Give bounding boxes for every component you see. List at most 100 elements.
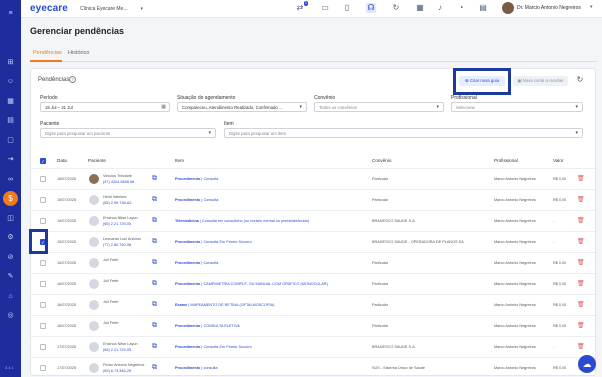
row-item[interactable]: Procedimento | Consulta Em Pronto Socorr… xyxy=(175,240,252,244)
row-checkbox[interactable] xyxy=(40,281,46,287)
patient-name[interactable]: Encinca Nitse Layun xyxy=(103,216,138,220)
users-sync-icon[interactable]: ⇄ 1 xyxy=(295,1,308,13)
help-icon[interactable]: ◔ xyxy=(456,3,466,13)
external-link-icon[interactable]: ⧉ xyxy=(152,364,157,372)
table-row[interactable]: 15/07/2025 Heidi Interiore (65) 2.99.738-A… xyxy=(31,189,595,210)
select-all-checkbox[interactable]: ✓ xyxy=(40,158,46,164)
settings-icon[interactable]: ⚙ xyxy=(5,232,16,243)
patient-phone[interactable]: (77) 2.80.750-98 xyxy=(103,243,131,247)
periodo-field[interactable]: 15 Jul – 31 Jul ▦ xyxy=(40,102,170,112)
new-receivable-button[interactable]: ▣ Nova conta a receber xyxy=(513,76,568,86)
external-link-icon[interactable]: ⧉ xyxy=(152,343,157,351)
situacao-select[interactable]: Compareceu, Atendimento Realizado, Confi… xyxy=(177,102,307,112)
external-link-icon[interactable]: ⧉ xyxy=(152,280,157,288)
patient-name[interactable]: Encinca Nitse Layun xyxy=(103,342,138,346)
patient-phone[interactable]: (65) 2.21.729-05 xyxy=(103,222,131,226)
users-icon[interactable]: ☺ xyxy=(5,76,16,87)
external-link-icon[interactable]: ⧉ xyxy=(152,259,157,267)
login-icon[interactable]: ⇥ xyxy=(5,154,16,165)
header-convenio[interactable]: Convênio xyxy=(372,158,391,163)
row-item[interactable]: Procedimento | Consulta xyxy=(175,177,218,181)
external-link-icon[interactable]: ⧉ xyxy=(152,322,157,330)
table-row[interactable]: 17/07/2025 Pedro Antonio Negreiros (69) 8.… xyxy=(31,357,595,377)
tag-icon[interactable]: ⊘ xyxy=(5,252,16,263)
trash-icon[interactable]: 🗑 xyxy=(577,238,585,245)
patient-name[interactable]: Vinicius Trindade xyxy=(103,174,132,178)
bell-icon[interactable]: ♪ xyxy=(435,3,445,13)
external-link-icon[interactable]: ⧉ xyxy=(152,301,157,309)
row-checkbox[interactable] xyxy=(40,260,46,266)
table-row[interactable]: 15/07/2025 Juli Fetér ⧉ Procedimento | Cons… xyxy=(31,252,595,273)
table-row[interactable]: 16/07/2025 Juli Fetér ⧉ Exame | MAPEAMENTO … xyxy=(31,294,595,315)
patient-name[interactable]: Juli Fetér xyxy=(103,300,119,304)
row-item[interactable]: Procedimento | Consulta xyxy=(175,261,218,265)
clipboard-icon[interactable]: ▢ xyxy=(5,135,16,146)
menu-icon[interactable]: ≡ xyxy=(5,8,16,19)
external-link-icon[interactable]: ⧉ xyxy=(152,175,157,183)
patient-name[interactable]: Pedro Antonio Negreiros xyxy=(103,363,144,367)
table-row[interactable]: ✓ 15/07/2025 Leonardo Luiz Antonio (77) 2.8… xyxy=(31,231,595,252)
row-checkbox[interactable] xyxy=(40,197,46,203)
patient-phone[interactable]: (65) 2.99.738-A2 xyxy=(103,201,132,205)
patient-phone[interactable]: (47) 4324-5698 #8 xyxy=(103,180,134,184)
header-paciente[interactable]: Paciente xyxy=(88,158,106,163)
row-item[interactable]: Telemedicina | Consulta em consultório (… xyxy=(175,219,309,223)
item-search[interactable]: Digite para pesquisar um item ▾ xyxy=(224,128,583,138)
trash-icon[interactable]: 🗑 xyxy=(577,196,585,203)
patient-name[interactable]: Juli Fetér xyxy=(103,279,119,283)
row-item[interactable]: Procedimento | CONSULTA ELETIVA xyxy=(175,324,240,328)
row-checkbox[interactable] xyxy=(40,344,46,350)
external-link-icon[interactable]: ⧉ xyxy=(152,196,157,204)
briefcase-icon[interactable]: ▭ xyxy=(320,3,330,13)
calculator-icon[interactable]: ▦ xyxy=(415,3,425,13)
document-icon[interactable]: ▯ xyxy=(342,3,352,13)
table-row[interactable]: 15/07/2025 Encinca Nitse Layun (65) 2.21.7… xyxy=(31,210,595,231)
trash-icon[interactable]: 🗑 xyxy=(577,175,585,182)
help-icon[interactable]: ? xyxy=(69,76,76,83)
link-icon[interactable]: ∞ xyxy=(5,174,16,185)
dollar-icon[interactable]: $ xyxy=(3,191,18,206)
row-item[interactable]: Procedimento | Consulta xyxy=(175,198,218,202)
profissional-select[interactable]: Selecione ▾ xyxy=(451,102,583,112)
paciente-search[interactable]: Digite para pesquisar um paciente ▾ xyxy=(40,128,216,138)
trash-icon[interactable]: 🗑 xyxy=(577,217,585,224)
app-logo[interactable]: eyecare xyxy=(30,3,68,14)
grid-icon[interactable]: ⊞ xyxy=(5,57,16,68)
box-icon[interactable]: ◫ xyxy=(5,213,16,224)
document-icon[interactable]: ▤ xyxy=(5,115,16,126)
row-item[interactable]: Procedimento | consulta xyxy=(175,366,218,370)
row-item[interactable]: Procedimento | CAMPIMETRIA COMPUT. OU MA… xyxy=(175,282,328,286)
row-item[interactable]: Procedimento | Consulta Em Pronto Socorr… xyxy=(175,345,252,349)
patient-name[interactable]: Heidi Interiore xyxy=(103,195,127,199)
support-icon[interactable]: ◎ xyxy=(5,310,16,321)
header-valor[interactable]: Valor xyxy=(553,158,563,163)
trash-icon[interactable]: 🗑 xyxy=(577,259,585,266)
trash-icon[interactable]: 🗑 xyxy=(577,301,585,308)
header-data[interactable]: Data xyxy=(57,158,67,163)
patient-phone[interactable]: (69) 8.73.346-29 xyxy=(103,369,131,373)
patient-phone[interactable]: (65) 2.21.729-05 xyxy=(103,348,131,352)
patient-name[interactable]: Juli Fetér xyxy=(103,258,119,262)
grid-icon[interactable]: ▤ xyxy=(478,3,488,13)
refresh-icon[interactable]: ↻ xyxy=(391,3,401,13)
row-checkbox[interactable] xyxy=(40,176,46,182)
clinic-select[interactable]: Clínica Eyecare Me... ▾ xyxy=(80,3,143,15)
row-item[interactable]: Exame | MAPEAMENTO DE RETINA (OFTALMOSCO… xyxy=(175,303,274,307)
refresh-icon[interactable]: ↻ xyxy=(575,75,585,85)
external-link-icon[interactable]: ⧉ xyxy=(152,238,157,246)
table-row[interactable]: 16/07/2025 Juli Fetér ⧉ Procedimento | CONS… xyxy=(31,315,595,336)
calendar-icon[interactable]: ▦ xyxy=(5,96,16,107)
row-checkbox[interactable] xyxy=(40,365,46,371)
headset-icon[interactable]: ☊ xyxy=(366,3,376,13)
patient-name[interactable]: Leonardo Luiz Antonio xyxy=(103,237,141,241)
header-item[interactable]: Item xyxy=(175,158,184,163)
row-checkbox[interactable] xyxy=(40,218,46,224)
header-profissional[interactable]: Profissional xyxy=(494,158,518,163)
row-checkbox[interactable] xyxy=(40,323,46,329)
patient-name[interactable]: Juli Fetér xyxy=(103,321,119,325)
tab-pendencias[interactable]: Pendências xyxy=(33,50,62,56)
tab-historico[interactable]: Histórico xyxy=(68,50,89,56)
graduation-icon[interactable]: ⌂ xyxy=(5,291,16,302)
table-row[interactable]: 17/07/2025 Encinca Nitse Layun (65) 2.21.7… xyxy=(31,336,595,357)
table-row[interactable]: 15/07/2025 Vinicius Trindade (47) 4324-569… xyxy=(31,168,595,189)
